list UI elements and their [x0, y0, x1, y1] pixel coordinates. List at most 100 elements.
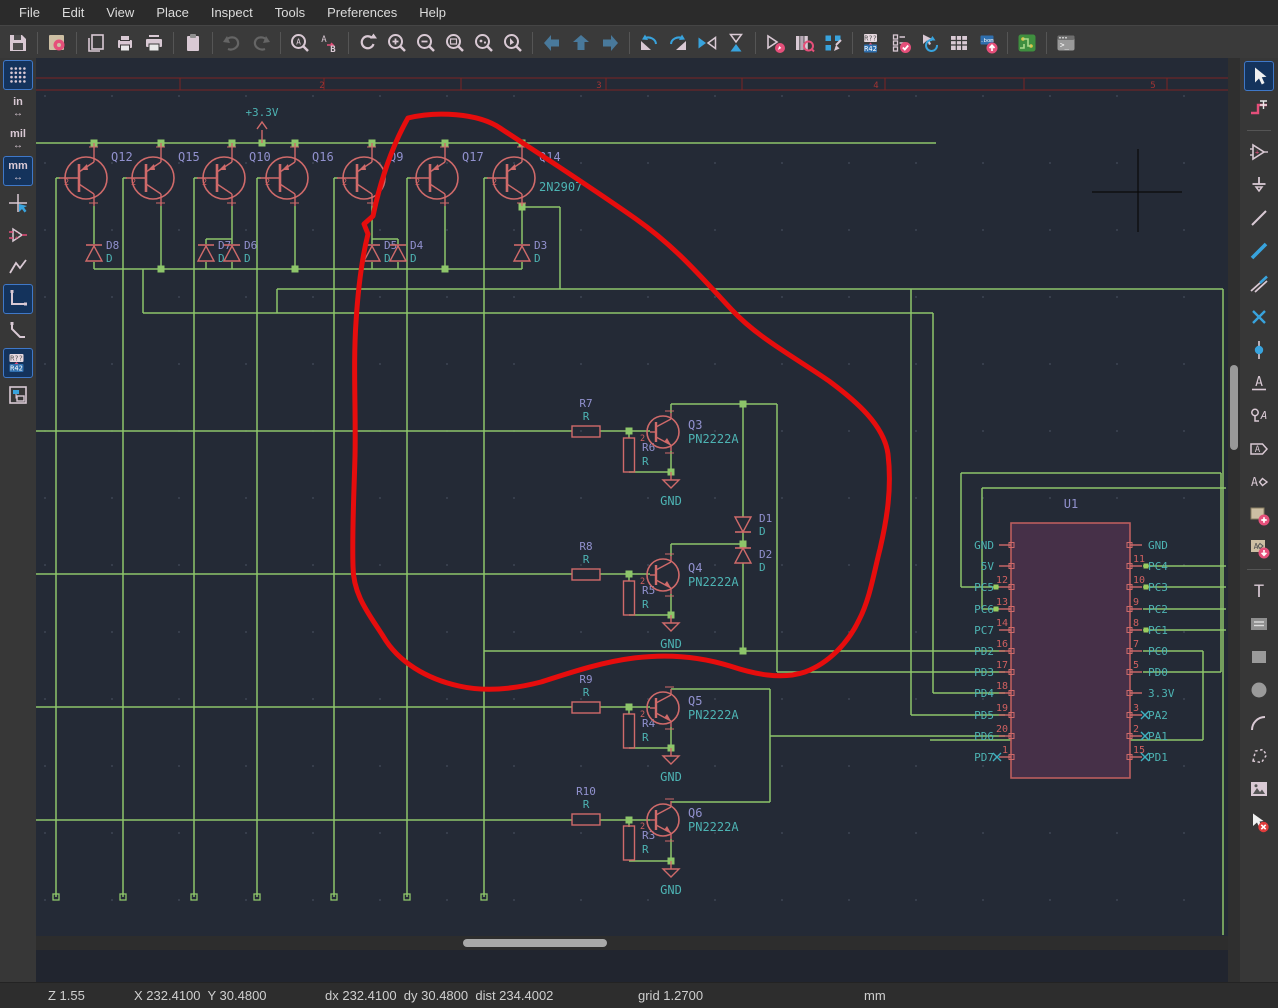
image-button[interactable] — [1244, 774, 1274, 804]
ink-annotation-loop[interactable] — [353, 114, 890, 689]
refresh-button[interactable] — [354, 29, 382, 57]
transistor-Q17[interactable]: 2Q17 — [410, 143, 484, 206]
rotate-cw-button[interactable] — [664, 29, 692, 57]
junction-button[interactable] — [1244, 335, 1274, 365]
zoom-fit-icon — [444, 32, 466, 54]
paste-button[interactable] — [179, 29, 207, 57]
stage-Q3[interactable]: R7RR6R2Q3PN2222AGND — [572, 397, 739, 508]
global-label-button[interactable]: A — [1244, 434, 1274, 464]
zoom-in-button[interactable] — [383, 29, 411, 57]
find-replace-button[interactable]: AB — [315, 29, 343, 57]
sheet-settings-button[interactable] — [43, 29, 71, 57]
annotate-button[interactable]: R??R42 — [858, 29, 886, 57]
net-label-button[interactable]: A — [1244, 368, 1274, 398]
transistor-Q12[interactable]: 2Q12 — [59, 143, 133, 206]
rotate-ccw-button[interactable] — [635, 29, 663, 57]
nav-forward-button[interactable] — [596, 29, 624, 57]
svg-text:D: D — [106, 252, 113, 265]
menu-help[interactable]: Help — [408, 3, 457, 22]
place-bus-button[interactable] — [1244, 236, 1274, 266]
place-sheet-button[interactable] — [1244, 500, 1274, 530]
mirror-v-button[interactable] — [722, 29, 750, 57]
transistor-Q16[interactable]: 2Q16 — [260, 143, 334, 206]
units-in-button[interactable]: in↔ — [3, 92, 33, 122]
diode-D3[interactable]: D3D — [514, 239, 547, 265]
zoom-selection-button[interactable] — [499, 29, 527, 57]
place-wire-button[interactable] — [1244, 203, 1274, 233]
power-flag-3v3[interactable]: +3.3V — [245, 106, 278, 143]
transistor-Q10[interactable]: 2Q10 — [197, 143, 271, 206]
highlight-net-button[interactable] — [1244, 94, 1274, 124]
console-button[interactable]: >_ — [1052, 29, 1080, 57]
svg-text:A: A — [1251, 475, 1259, 489]
wire-45-button[interactable] — [3, 316, 33, 346]
update-symbols-button[interactable] — [916, 29, 944, 57]
library-browser-button[interactable] — [790, 29, 818, 57]
menu-place[interactable]: Place — [145, 3, 200, 22]
place-symbol-button[interactable]: + — [1244, 137, 1274, 167]
nav-back-button[interactable] — [538, 29, 566, 57]
find-button[interactable]: A — [286, 29, 314, 57]
grid-dots-button[interactable] — [3, 60, 33, 90]
symbol-editor-button[interactable] — [761, 29, 789, 57]
hierarchy-navigator-button[interactable] — [3, 380, 33, 410]
zoom-out-button[interactable] — [412, 29, 440, 57]
hv-wire-button[interactable] — [3, 284, 33, 314]
horizontal-scrollbar[interactable] — [36, 936, 1228, 950]
vertical-scrollbar[interactable] — [1228, 58, 1240, 983]
nav-back-icon — [541, 32, 563, 54]
transistor-Q15[interactable]: 2Q15 — [126, 143, 200, 206]
ic-U1[interactable]: U1GND5VPC512PC613PC714PD216PD317PD418PD5… — [974, 497, 1175, 778]
delete-tool-button[interactable] — [1244, 807, 1274, 837]
plot-button[interactable] — [140, 29, 168, 57]
rectangle-button[interactable] — [1244, 642, 1274, 672]
menu-tools[interactable]: Tools — [264, 3, 316, 22]
nav-up-button[interactable] — [567, 29, 595, 57]
diode-D1[interactable]: D1D — [735, 512, 772, 538]
menu-preferences[interactable]: Preferences — [316, 3, 408, 22]
pcb-editor-button[interactable] — [1013, 29, 1041, 57]
cursor-shape-button[interactable] — [3, 188, 33, 218]
stage-Q4[interactable]: R8RR5R2Q4PN2222AGND — [572, 540, 739, 651]
free-angle-wire-button[interactable] — [3, 252, 33, 282]
zoom-fit-button[interactable] — [441, 29, 469, 57]
text-button[interactable]: T — [1244, 576, 1274, 606]
schematic-drawing[interactable]: 2345+3.3V2Q122Q152Q102Q162Q92Q172Q142N29… — [36, 58, 1228, 983]
no-connect-button[interactable] — [1244, 302, 1274, 332]
hidden-pins-button[interactable]: -+ — [3, 220, 33, 250]
units-mil-button[interactable]: mil↔ — [3, 124, 33, 154]
import-sheet-pin-button[interactable]: A — [1244, 533, 1274, 563]
schematic-canvas[interactable]: 2345+3.3V2Q122Q152Q102Q162Q92Q172Q142N29… — [36, 58, 1228, 983]
hier-label-button[interactable]: A — [1244, 467, 1274, 497]
erc-button[interactable] — [887, 29, 915, 57]
horizontal-scrollbar-thumb[interactable] — [463, 939, 607, 947]
menu-edit[interactable]: Edit — [51, 3, 95, 22]
diode-D2[interactable]: D2D — [735, 548, 772, 574]
select-button[interactable] — [1244, 61, 1274, 91]
diode-D8[interactable]: D8D — [86, 239, 119, 265]
polygon-button[interactable] — [1244, 741, 1274, 771]
net-class-button[interactable]: A — [1244, 401, 1274, 431]
mirror-h-button[interactable] — [693, 29, 721, 57]
menu-inspect[interactable]: Inspect — [200, 3, 264, 22]
footprint-editor-button[interactable] — [819, 29, 847, 57]
ref-display-button[interactable]: R??R42 — [3, 348, 33, 378]
zoom-objects-button[interactable] — [470, 29, 498, 57]
place-power-button[interactable] — [1244, 170, 1274, 200]
export-bom-button[interactable]: .bom — [974, 29, 1002, 57]
circle-button[interactable] — [1244, 675, 1274, 705]
menu-file[interactable]: File — [8, 3, 51, 22]
menu-view[interactable]: View — [95, 3, 145, 22]
text-box-button[interactable] — [1244, 609, 1274, 639]
page-setup-button[interactable] — [82, 29, 110, 57]
undo-button[interactable] — [218, 29, 246, 57]
fields-table-button[interactable] — [945, 29, 973, 57]
arc-button[interactable] — [1244, 708, 1274, 738]
bus-entry-button[interactable] — [1244, 269, 1274, 299]
print-button[interactable] — [111, 29, 139, 57]
save-button[interactable] — [4, 29, 32, 57]
vertical-scrollbar-thumb[interactable] — [1230, 365, 1238, 450]
redo-button[interactable] — [247, 29, 275, 57]
units-mm-button[interactable]: mm↔ — [3, 156, 33, 186]
svg-text:D: D — [244, 252, 251, 265]
